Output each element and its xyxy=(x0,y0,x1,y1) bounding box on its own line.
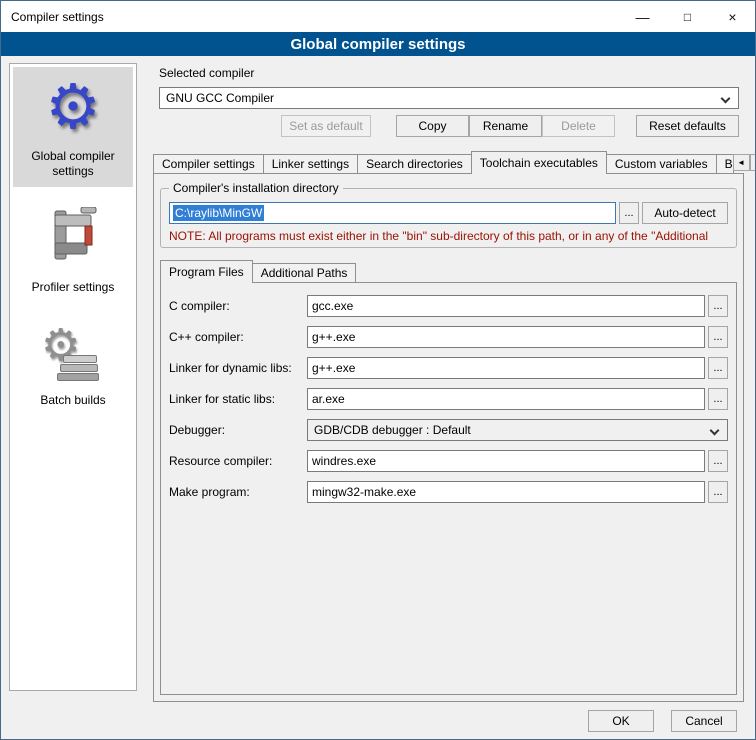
minimize-button[interactable]: — xyxy=(620,1,665,32)
tab-linker-settings[interactable]: Linker settings xyxy=(263,154,358,174)
tab-program-files[interactable]: Program Files xyxy=(160,260,253,283)
dynamic-linker-label: Linker for dynamic libs: xyxy=(169,361,307,375)
field-row: C++ compiler: ... xyxy=(169,326,728,348)
resource-compiler-browse-button[interactable]: ... xyxy=(708,450,728,472)
field-row: Linker for dynamic libs: ... xyxy=(169,357,728,379)
cpp-compiler-browse-button[interactable]: ... xyxy=(708,326,728,348)
rename-button[interactable]: Rename xyxy=(469,115,542,137)
toolchain-subtabs: Program Files Additional Paths xyxy=(160,260,737,283)
tab-build-options[interactable]: Buil xyxy=(716,154,734,174)
make-program-label: Make program: xyxy=(169,485,307,499)
dynamic-linker-input[interactable] xyxy=(307,357,705,379)
resource-compiler-input[interactable] xyxy=(307,450,705,472)
cancel-button[interactable]: Cancel xyxy=(671,710,737,732)
window-title: Compiler settings xyxy=(1,10,620,24)
dialog-body: ⚙ Global compiler settings Profiler sett… xyxy=(2,57,754,738)
c-compiler-label: C compiler: xyxy=(169,299,307,313)
dialog-footer: OK Cancel xyxy=(588,710,737,732)
title-bar: Compiler settings — □ × xyxy=(1,1,755,32)
close-icon: × xyxy=(728,9,736,25)
sidebar-item-label: Global compiler settings xyxy=(15,149,131,179)
tab-additional-paths[interactable]: Additional Paths xyxy=(252,263,357,283)
chevron-down-icon xyxy=(710,426,720,436)
make-program-browse-button[interactable]: ... xyxy=(708,481,728,503)
c-compiler-browse-button[interactable]: ... xyxy=(708,295,728,317)
auto-detect-button[interactable]: Auto-detect xyxy=(642,202,728,224)
field-row: Linker for static libs: ... xyxy=(169,388,728,410)
tab-scroll-left-button[interactable]: ◄ xyxy=(733,154,750,171)
maximize-icon: □ xyxy=(684,10,691,24)
tab-custom-variables[interactable]: Custom variables xyxy=(606,154,717,174)
static-linker-input[interactable] xyxy=(307,388,705,410)
debugger-select[interactable]: GDB/CDB debugger : Default xyxy=(307,419,728,441)
field-row: Debugger: GDB/CDB debugger : Default xyxy=(169,419,728,441)
minimize-icon: — xyxy=(636,9,650,25)
sidebar-item-global-compiler-settings[interactable]: ⚙ Global compiler settings xyxy=(13,67,133,187)
tab-toolchain-executables[interactable]: Toolchain executables xyxy=(471,151,607,174)
installation-directory-value: C:\raylib\MinGW xyxy=(173,205,264,221)
close-button[interactable]: × xyxy=(710,1,755,32)
settings-tabstrip: Compiler settings Linker settings Search… xyxy=(153,151,744,174)
page-title: Global compiler settings xyxy=(290,36,465,53)
ok-button[interactable]: OK xyxy=(588,710,654,732)
delete-button[interactable]: Delete xyxy=(542,115,615,137)
reset-defaults-button[interactable]: Reset defaults xyxy=(636,115,739,137)
installation-directory-label: Compiler's installation directory xyxy=(169,181,343,195)
dynamic-linker-browse-button[interactable]: ... xyxy=(708,357,728,379)
installation-directory-group: Compiler's installation directory C:\ray… xyxy=(160,188,737,248)
c-compiler-input[interactable] xyxy=(307,295,705,317)
selected-compiler-label: Selected compiler xyxy=(159,66,254,80)
note-text: NOTE: All programs must exist either in … xyxy=(169,229,728,243)
cpp-compiler-input[interactable] xyxy=(307,326,705,348)
debugger-value: GDB/CDB debugger : Default xyxy=(314,423,471,437)
debugger-label: Debugger: xyxy=(169,423,307,437)
tab-scroll-right-button[interactable]: ► xyxy=(750,154,756,171)
field-row: C compiler: ... xyxy=(169,295,728,317)
make-program-input[interactable] xyxy=(307,481,705,503)
tab-scroll-arrows: ◄ ► xyxy=(733,154,756,171)
set-as-default-button[interactable]: Set as default xyxy=(281,115,371,137)
selected-compiler-value: GNU GCC Compiler xyxy=(166,91,274,105)
settings-sidebar: ⚙ Global compiler settings Profiler sett… xyxy=(9,63,137,691)
cpp-compiler-label: C++ compiler: xyxy=(169,330,307,344)
program-files-panel: C compiler: ... C++ compiler: ... Linker… xyxy=(160,282,737,695)
tab-compiler-settings[interactable]: Compiler settings xyxy=(153,154,264,174)
static-linker-browse-button[interactable]: ... xyxy=(708,388,728,410)
maximize-button[interactable]: □ xyxy=(665,1,710,32)
toolchain-executables-panel: Compiler's installation directory C:\ray… xyxy=(153,173,744,702)
sidebar-item-label: Profiler settings xyxy=(32,280,115,295)
gear-icon: ⚙ xyxy=(45,75,101,141)
arrow-left-icon: ◄ xyxy=(737,158,745,167)
browse-directory-button[interactable]: ... xyxy=(619,202,639,224)
field-row: Make program: ... xyxy=(169,481,728,503)
chevron-down-icon xyxy=(721,94,731,104)
dialog-header: Global compiler settings xyxy=(1,32,755,56)
batch-builds-icon: ⚙ xyxy=(41,323,105,385)
profiler-icon xyxy=(45,207,101,272)
sidebar-item-batch-builds[interactable]: ⚙ Batch builds xyxy=(13,315,133,416)
tab-search-directories[interactable]: Search directories xyxy=(357,154,472,174)
compiler-buttons-row: Set as default Copy Rename Delete Reset … xyxy=(159,115,739,137)
compiler-settings-dialog: Compiler settings — □ × Global compiler … xyxy=(0,0,756,740)
installation-directory-input[interactable]: C:\raylib\MinGW xyxy=(169,202,616,224)
sidebar-item-profiler-settings[interactable]: Profiler settings xyxy=(13,199,133,303)
field-row: Resource compiler: ... xyxy=(169,450,728,472)
sidebar-item-label: Batch builds xyxy=(40,393,105,408)
static-linker-label: Linker for static libs: xyxy=(169,392,307,406)
selected-compiler-select[interactable]: GNU GCC Compiler xyxy=(159,87,739,109)
resource-compiler-label: Resource compiler: xyxy=(169,454,307,468)
copy-button[interactable]: Copy xyxy=(396,115,469,137)
